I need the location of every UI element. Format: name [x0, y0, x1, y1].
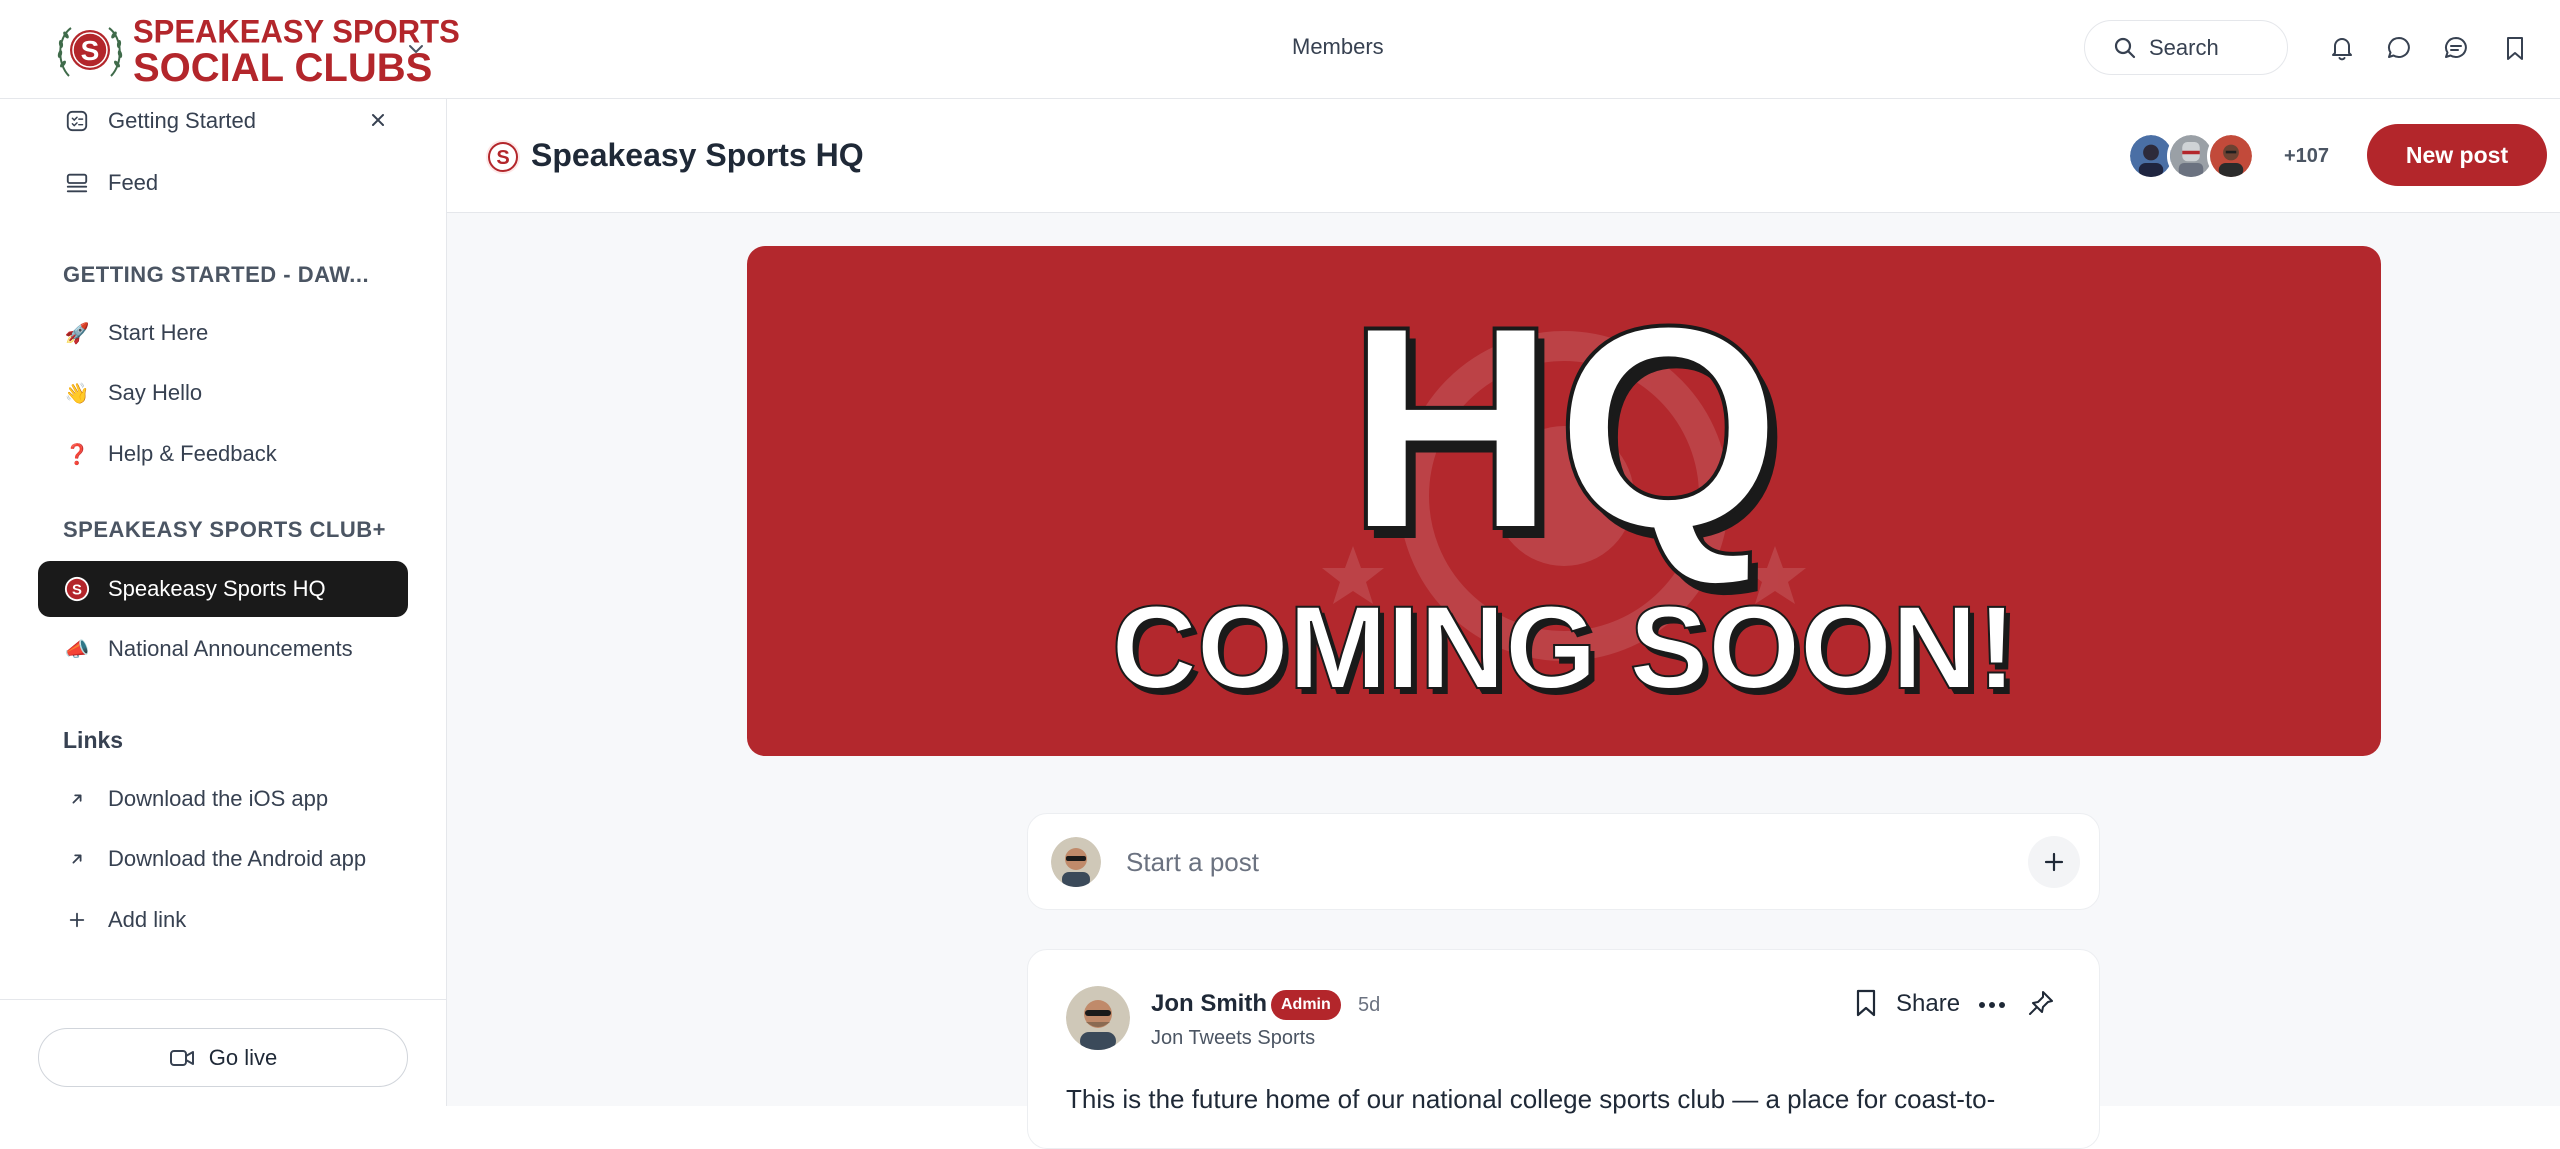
arrow-up-right-icon: [64, 786, 90, 812]
svg-text:S: S: [81, 35, 100, 66]
sidebar-item-speakeasy-hq[interactable]: S Speakeasy Sports HQ: [38, 561, 408, 617]
space-header: S Speakeasy Sports HQ +107 New post: [447, 99, 2560, 213]
bookmark-icon[interactable]: [1851, 987, 1881, 1019]
club-logo-icon: S: [64, 576, 90, 602]
bookmark-icon[interactable]: [2500, 33, 2530, 63]
search-label: Search: [2149, 34, 2219, 60]
post-author[interactable]: Jon Smith: [1151, 990, 1267, 1018]
video-camera-icon: [169, 1049, 194, 1066]
rocket-icon: 🚀: [64, 322, 90, 345]
sidebar-link-android[interactable]: Download the Android app: [38, 831, 408, 887]
composer-add-button[interactable]: [2028, 836, 2080, 888]
banner-artwork: HQ HQ COMING SOON! COMING SOON!: [1111, 264, 2022, 720]
feed-icon: [64, 170, 90, 196]
sidebar-section-heading[interactable]: SPEAKEASY SPORTS CLUB+: [63, 517, 386, 543]
search-button[interactable]: Search: [2084, 20, 2288, 75]
post-author-subtitle: Jon Tweets Sports: [1151, 1027, 1316, 1049]
sidebar-item-label: Feed: [108, 170, 159, 195]
plus-icon: [2044, 852, 2064, 872]
chevron-down-icon[interactable]: [405, 38, 427, 60]
sidebar-item-national-announcements[interactable]: 📣 National Announcements: [38, 621, 408, 677]
sidebar-item-label: Add link: [108, 907, 187, 932]
post-card[interactable]: Jon Smith Admin 5d Jon Tweets Sports Sha…: [1027, 949, 2100, 1149]
sidebar-add-link[interactable]: Add link: [38, 892, 408, 948]
arrow-up-right-icon: [64, 846, 90, 872]
plus-icon: [64, 907, 90, 933]
close-icon[interactable]: [368, 110, 388, 130]
sidebar-item-getting-started[interactable]: Getting Started: [38, 93, 408, 149]
sidebar-item-label: Speakeasy Sports HQ: [108, 576, 326, 601]
top-bar: S SPEAKEASY SPORTS SOCIAL CLUBS Members …: [0, 0, 2560, 99]
post-body: This is the future home of our national …: [1066, 1084, 1996, 1114]
sidebar-link-ios[interactable]: Download the iOS app: [38, 771, 408, 827]
sidebar-item-label: Download the Android app: [108, 846, 367, 871]
messages-icon[interactable]: [2441, 33, 2471, 63]
composer-placeholder[interactable]: Start a post: [1126, 847, 1259, 878]
svg-text:S: S: [72, 583, 82, 599]
go-live-label: Go live: [208, 1044, 278, 1070]
admin-badge: Admin: [1271, 990, 1341, 1020]
club-logo-icon: S: [486, 140, 520, 174]
banner-headline: HQ: [1347, 266, 1782, 590]
page-title: Speakeasy Sports HQ: [531, 137, 864, 173]
sidebar-item-label: Getting Started: [108, 108, 256, 133]
sidebar-item-label: Download the iOS app: [108, 786, 329, 811]
go-live-button[interactable]: Go live: [38, 1028, 408, 1087]
sidebar-section-heading[interactable]: GETTING STARTED - DAW...: [63, 262, 369, 288]
sidebar-item-label: Say Hello: [108, 380, 203, 405]
chat-bubble-icon[interactable]: [2384, 33, 2414, 63]
avatar[interactable]: [1066, 986, 1130, 1050]
post-composer[interactable]: Start a post: [1027, 813, 2100, 910]
sidebar-item-label: Start Here: [108, 320, 209, 345]
question-icon: ❓: [64, 443, 90, 466]
space-banner: HQ HQ COMING SOON! COMING SOON!: [747, 246, 2381, 756]
svg-text:S: S: [496, 147, 509, 169]
megaphone-icon: 📣: [64, 638, 90, 661]
sidebar-item-start-here[interactable]: 🚀 Start Here: [38, 305, 408, 361]
checklist-icon: [64, 108, 90, 134]
search-icon: [2114, 37, 2136, 58]
new-post-button[interactable]: New post: [2367, 124, 2547, 186]
sidebar-item-label: Help & Feedback: [108, 441, 277, 466]
wave-icon: 👋: [64, 382, 90, 405]
main-content: S Speakeasy Sports HQ +107 New post HQ H…: [447, 99, 2560, 1149]
banner-subline: COMING SOON!: [1112, 582, 2017, 714]
member-avatars[interactable]: [2127, 132, 2255, 180]
bell-icon[interactable]: [2327, 33, 2357, 63]
sidebar-item-help-feedback[interactable]: ❓ Help & Feedback: [38, 426, 408, 482]
member-count[interactable]: +107: [2284, 145, 2329, 168]
post-timestamp[interactable]: 5d: [1358, 994, 1380, 1017]
sidebar-item-say-hello[interactable]: 👋 Say Hello: [38, 365, 408, 421]
more-options-icon[interactable]: [1976, 990, 2008, 1020]
members-link[interactable]: Members: [1292, 34, 1384, 60]
sidebar-item-feed[interactable]: Feed: [38, 155, 408, 211]
pin-icon[interactable]: [2026, 988, 2056, 1020]
sidebar-footer: Go live: [0, 999, 446, 1106]
share-button[interactable]: Share: [1896, 990, 1960, 1018]
links-heading[interactable]: Links: [63, 727, 123, 754]
sidebar-item-label: National Announcements: [108, 636, 353, 661]
avatar: [2207, 132, 2255, 180]
sidebar: Getting Started Feed GETTING STARTED - D…: [0, 99, 447, 1106]
brand-logo[interactable]: S SPEAKEASY SPORTS SOCIAL CLUBS: [55, 15, 460, 88]
laurel-logo-icon: S: [57, 27, 123, 77]
avatar: [1051, 837, 1101, 887]
